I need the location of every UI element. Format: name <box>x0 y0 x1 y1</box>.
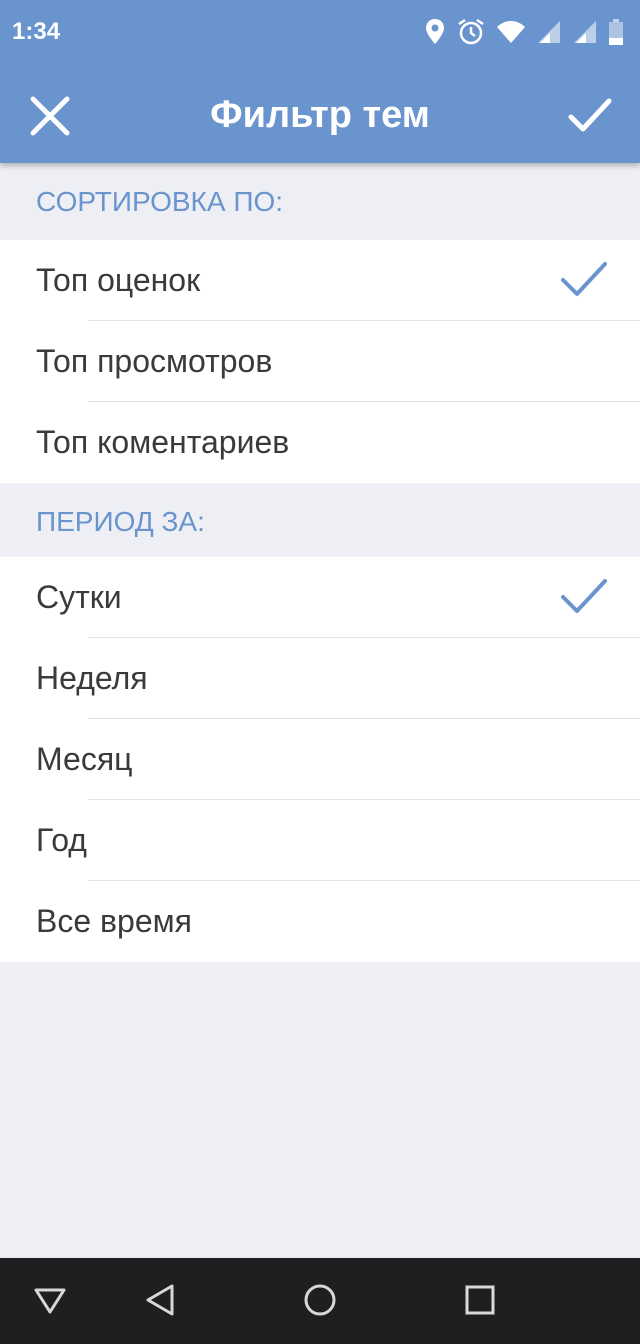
signal-icon <box>538 21 560 43</box>
sort-section-header: СОРТИРОВКА ПО: <box>36 185 283 217</box>
period-option-label: Год <box>36 822 87 858</box>
sort-option-top-comments[interactable]: Топ коментариев <box>0 402 640 483</box>
back-button[interactable] <box>136 1276 184 1324</box>
period-option-week[interactable]: Неделя <box>0 638 640 719</box>
nav-triangle-icon <box>34 1288 66 1314</box>
recents-icon <box>465 1285 495 1315</box>
period-option-month[interactable]: Месяц <box>0 719 640 800</box>
status-icons <box>424 14 624 50</box>
location-icon <box>426 19 444 44</box>
sort-option-label: Топ коментариев <box>36 424 290 460</box>
battery-icon <box>609 19 623 45</box>
wifi-icon <box>497 21 525 43</box>
check-icon <box>568 98 612 132</box>
period-option-label: Месяц <box>36 741 133 777</box>
period-option-all-time[interactable]: Все время <box>0 881 640 962</box>
period-list: Сутки Неделя Месяц Год Все время <box>0 557 640 962</box>
nav-triangle-button[interactable] <box>26 1276 74 1324</box>
sort-option-top-ratings[interactable]: Топ оценок <box>0 240 640 321</box>
back-icon <box>146 1284 174 1316</box>
sort-option-top-views[interactable]: Топ просмотров <box>0 321 640 402</box>
app-bar: 1:34 Фильтр тем <box>0 0 640 163</box>
home-button[interactable] <box>296 1276 344 1324</box>
page-title: Фильтр тем <box>210 94 430 136</box>
signal-icon <box>574 21 596 43</box>
status-time: 1:34 <box>12 18 61 45</box>
system-nav-bar <box>0 1258 640 1344</box>
sort-list: Топ оценок Топ просмотров Топ коментарие… <box>0 240 640 483</box>
apply-button[interactable] <box>560 86 620 146</box>
check-icon <box>561 262 607 296</box>
home-icon <box>304 1284 336 1316</box>
sort-option-label: Топ просмотров <box>36 343 273 379</box>
sort-option-label: Топ оценок <box>36 262 201 298</box>
period-option-label: Все время <box>36 903 192 939</box>
period-option-year[interactable]: Год <box>0 800 640 881</box>
period-section-header: ПЕРИОД ЗА: <box>36 505 205 537</box>
period-option-label: Сутки <box>36 579 122 615</box>
period-option-day[interactable]: Сутки <box>0 557 640 638</box>
period-option-label: Неделя <box>36 660 148 696</box>
check-icon <box>561 579 607 613</box>
recents-button[interactable] <box>456 1276 504 1324</box>
alarm-icon <box>458 18 484 45</box>
